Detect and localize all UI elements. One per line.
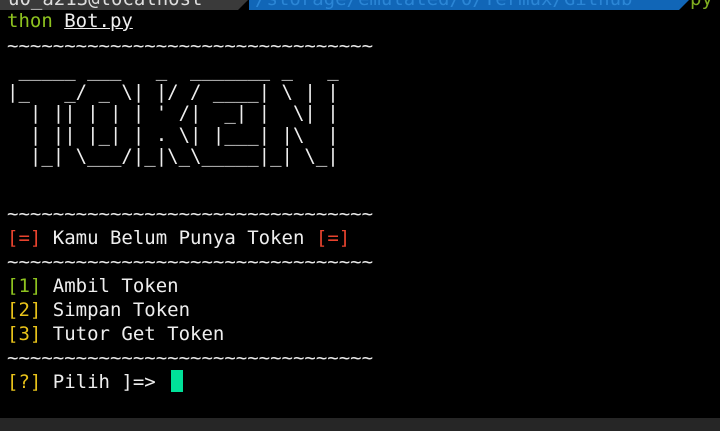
menu-item-number: [2] xyxy=(7,299,42,321)
divider: ~~~~~~~~~~~~~~~~~~~~~~~~~~~~~~~~ xyxy=(7,203,374,225)
notice-text: Kamu Belum Punya Token xyxy=(52,227,305,249)
notice-tag-close: [=] xyxy=(315,227,351,249)
command-text: thon xyxy=(7,10,53,32)
input-prompt-line[interactable]: [?] Pilih ]=> xyxy=(7,370,184,394)
menu-item-tutor-get-token: [3] Tutor Get Token xyxy=(7,322,224,346)
token-ascii-banner: _____ ___ _ _______ _ _ |_ _/ _ \| |/ / … xyxy=(7,59,339,167)
text-cursor[interactable] xyxy=(171,370,184,392)
segment-arrow-icon xyxy=(238,0,249,10)
divider: ~~~~~~~~~~~~~~~~~~~~~~~~~~~~~~~~ xyxy=(7,35,374,57)
command-prefix: py xyxy=(690,0,713,10)
segment-arrow-icon xyxy=(679,0,690,10)
notice-line: [=] Kamu Belum Punya Token [=] xyxy=(7,226,350,250)
menu-item-number: [1] xyxy=(7,275,42,297)
input-tag: [?] xyxy=(7,371,42,393)
terminal-window[interactable]: u0_a213@localhost /storage/emulated/0/Te… xyxy=(0,0,720,418)
command-line: thon Bot.py xyxy=(7,9,133,33)
notice-tag-open: [=] xyxy=(7,227,42,249)
menu-item-label: Ambil Token xyxy=(52,275,179,297)
menu-item-number: [3] xyxy=(7,323,42,345)
menu-item-label: Tutor Get Token xyxy=(52,323,225,345)
menu-item-simpan-token: [2] Simpan Token xyxy=(7,298,190,322)
menu-item-ambil-token: [1] Ambil Token xyxy=(7,274,179,298)
divider: ~~~~~~~~~~~~~~~~~~~~~~~~~~~~~~~~ xyxy=(7,251,374,273)
path-text: /storage/emulated/0/Termux/Github xyxy=(255,0,633,10)
input-label: Pilih ]=> xyxy=(52,371,156,393)
extra-keys-bar xyxy=(0,418,720,431)
path-segment: /storage/emulated/0/Termux/Github xyxy=(249,0,679,10)
command-file: Bot.py xyxy=(64,10,133,32)
divider: ~~~~~~~~~~~~~~~~~~~~~~~~~~~~~~~~ xyxy=(7,347,374,369)
menu-item-label: Simpan Token xyxy=(52,299,191,321)
